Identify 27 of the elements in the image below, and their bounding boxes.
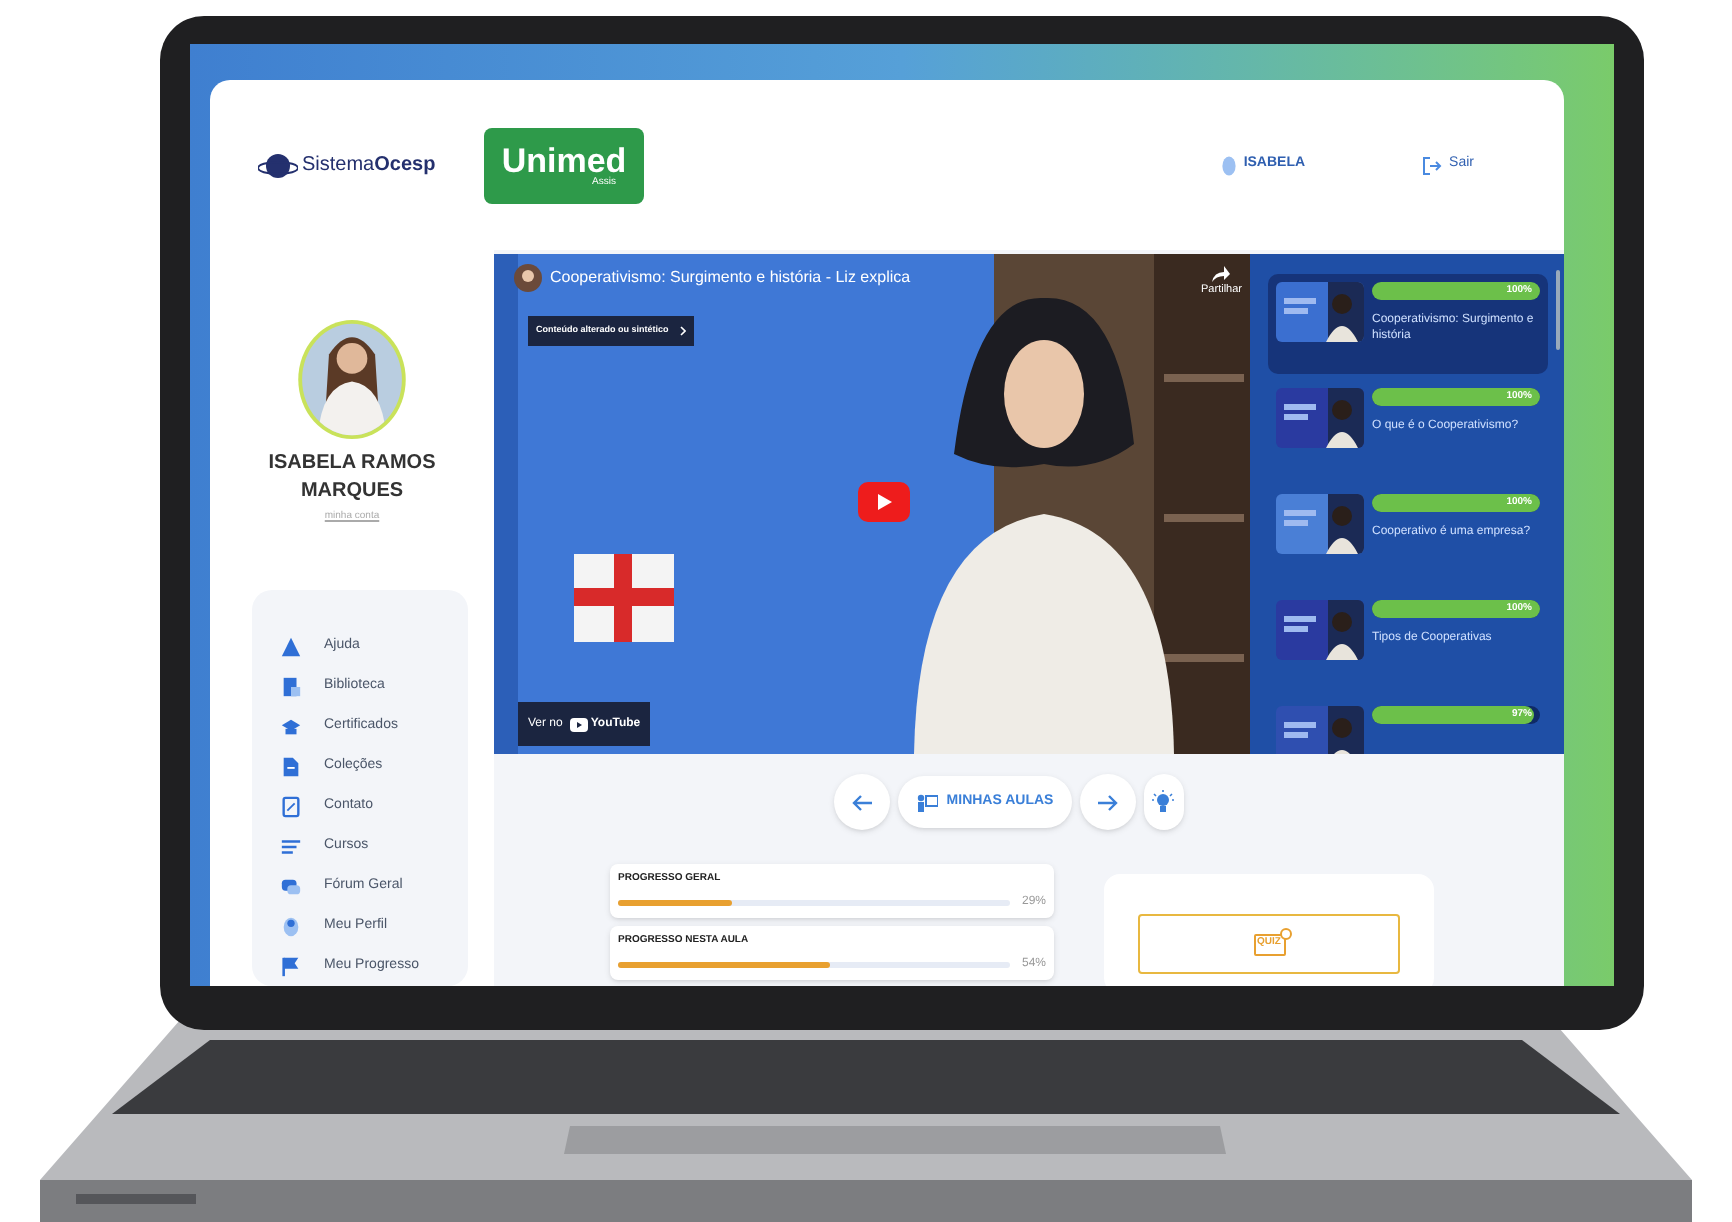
- scrollbar: [1556, 270, 1560, 350]
- previous-button[interactable]: [834, 774, 891, 830]
- menu-icon: [280, 755, 302, 777]
- next-button[interactable]: [1079, 774, 1136, 830]
- logo-text: SistemaOcesp: [302, 152, 436, 180]
- menu-icon: [280, 675, 302, 697]
- tips-button[interactable]: [1143, 774, 1184, 830]
- menu-icon: [280, 915, 302, 937]
- menu-icon: [280, 875, 302, 897]
- user-full-name: ISABELA RAMOS MARQUES: [266, 449, 438, 505]
- channel-avatar-icon: [514, 264, 542, 292]
- menu-icon: [280, 835, 302, 857]
- logout-icon: [1421, 155, 1442, 175]
- menu-icon: [280, 635, 302, 657]
- menu-icon: [280, 795, 302, 817]
- play-button[interactable]: [858, 482, 910, 522]
- arrow-right-icon: [1097, 793, 1118, 811]
- arrow-left-icon: [852, 793, 873, 811]
- video-title: Cooperativismo: Surgimento e história - Liz explica: [550, 266, 911, 290]
- globe-icon: [258, 149, 298, 181]
- share-icon: [1212, 266, 1231, 282]
- chevron-icon: [680, 326, 687, 336]
- play-icon: [570, 717, 589, 731]
- lightbulb-icon: [1152, 790, 1175, 814]
- menu-icon: [280, 715, 302, 737]
- brand-name: Unimed: [501, 143, 627, 177]
- menu-icon: [280, 955, 302, 977]
